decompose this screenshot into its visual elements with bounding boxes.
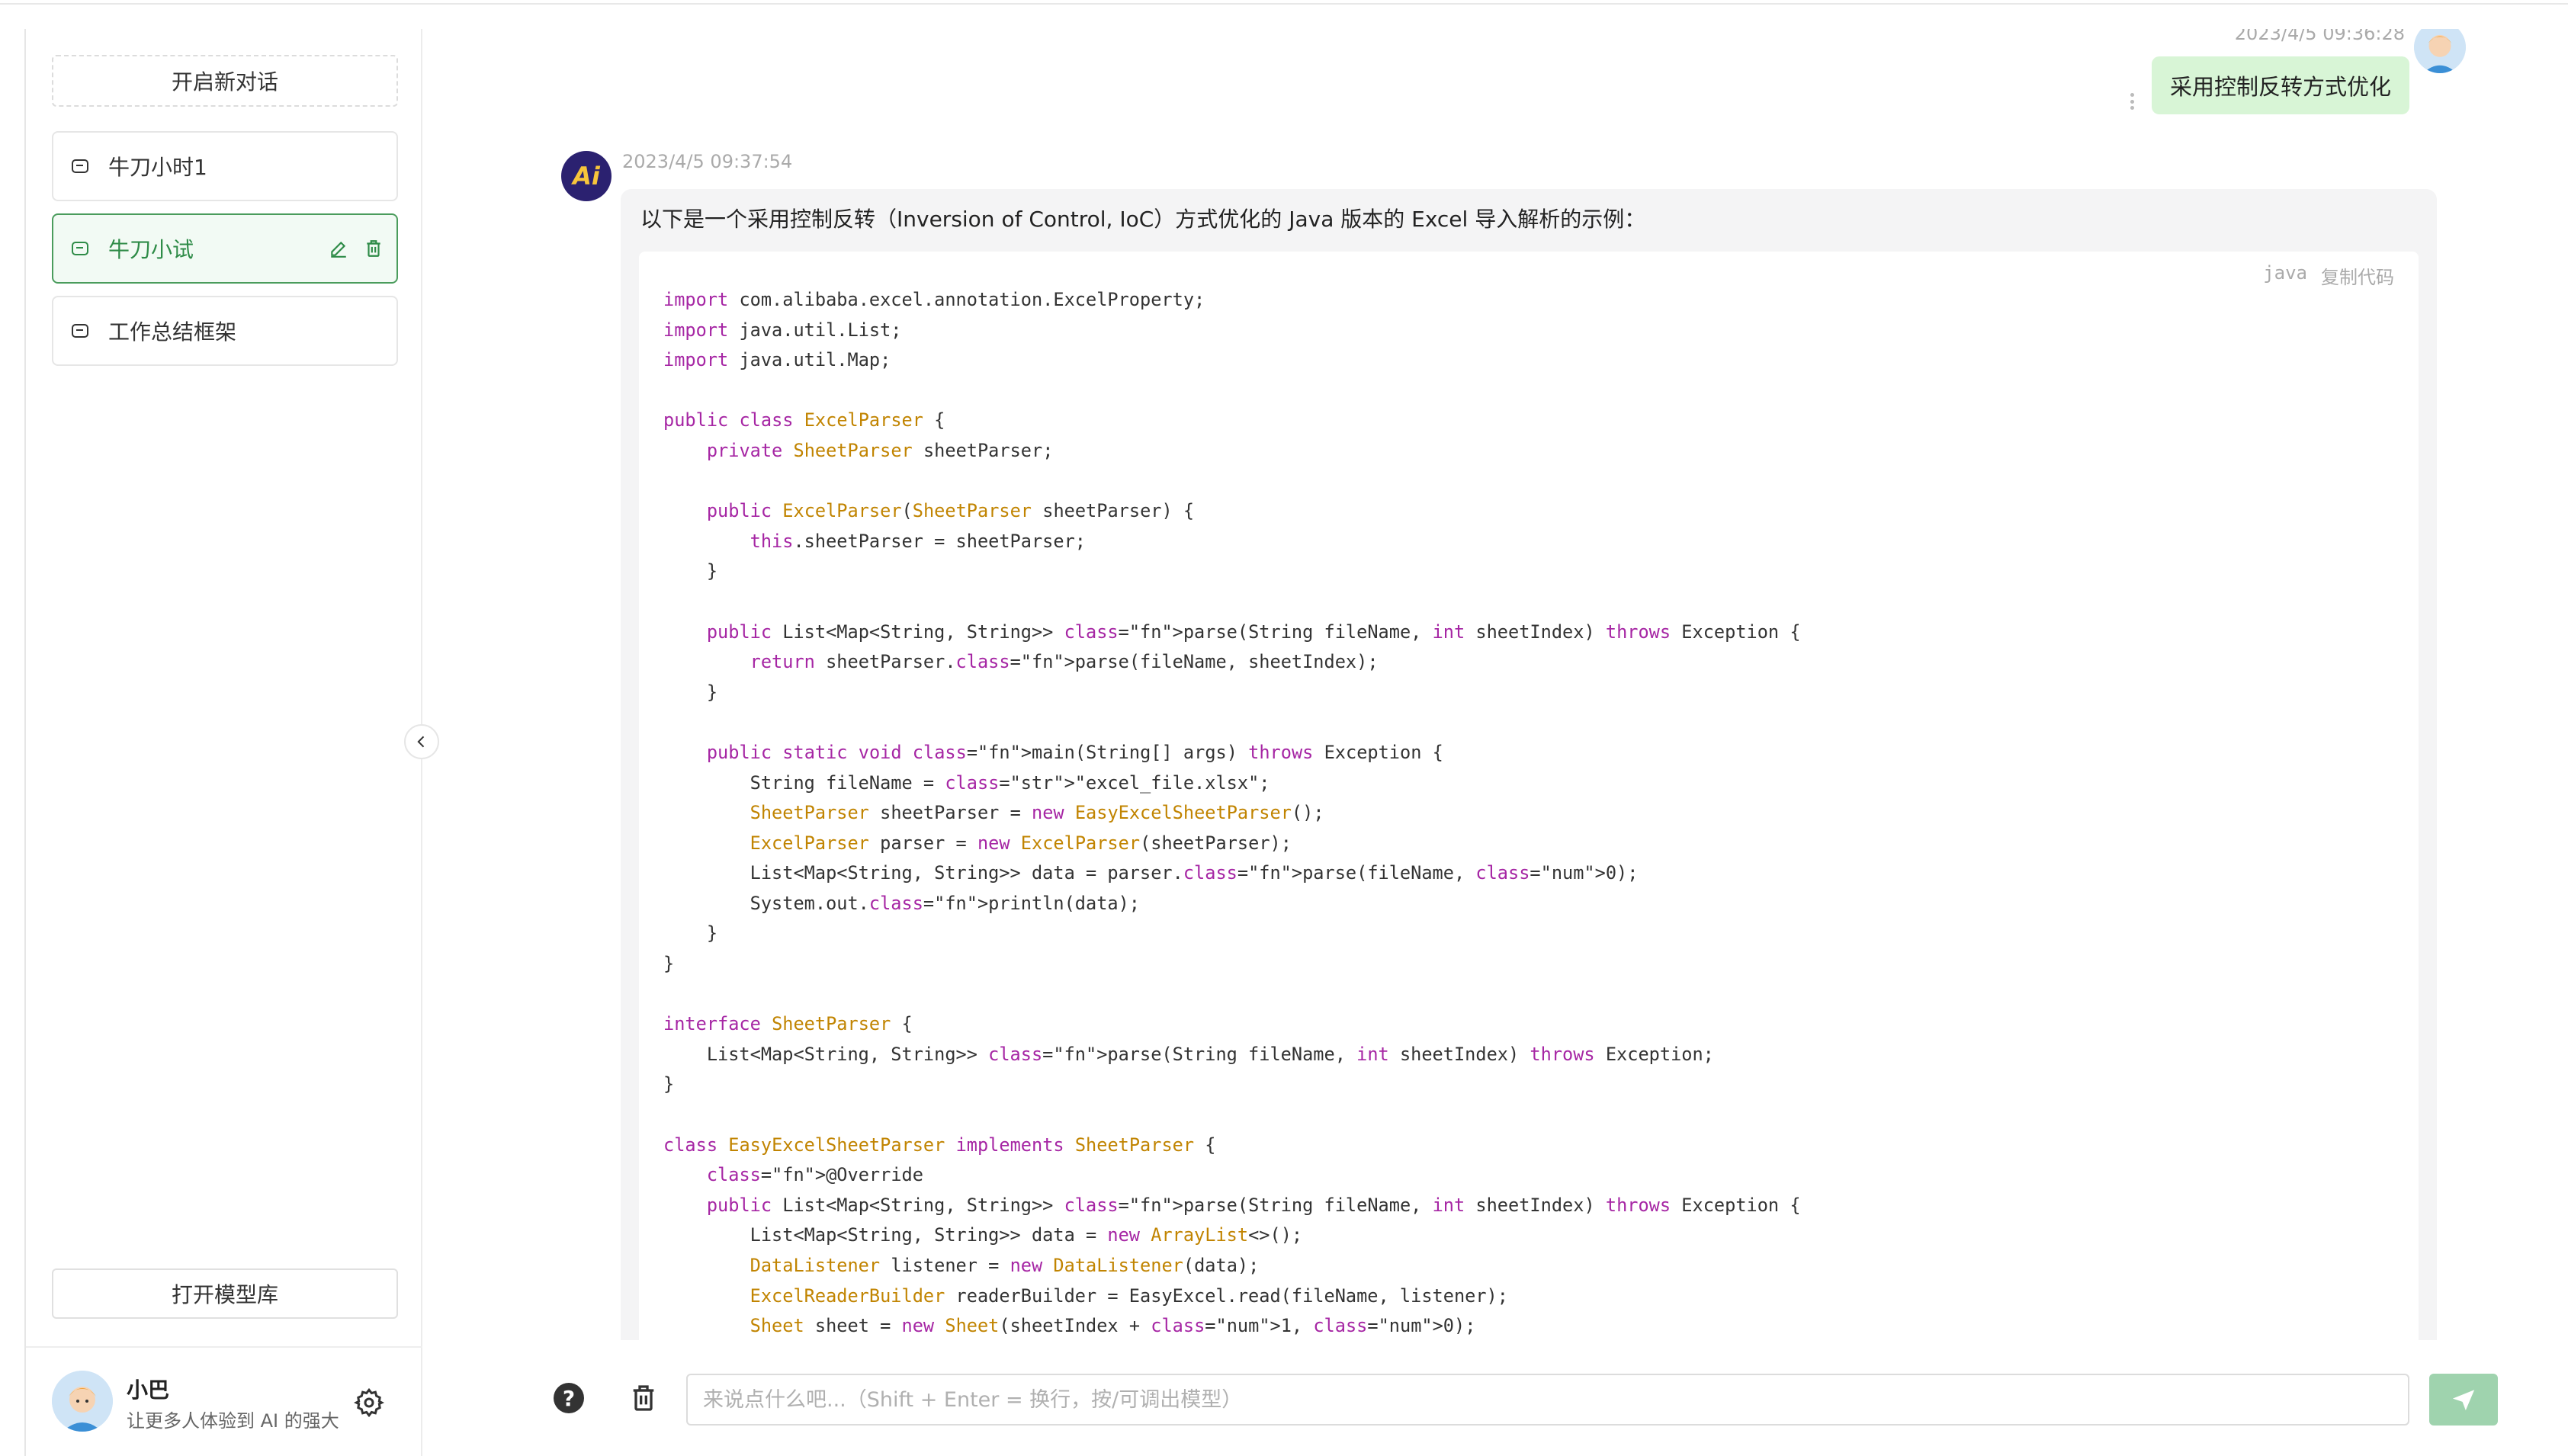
ai-avatar: Ai (561, 151, 612, 201)
chat-area: 2023/4/5 09:36:28 采用控制反转方式优化 Ai 2023/4/5… (424, 29, 2568, 1340)
user-message-bubble: 采用控制反转方式优化 (2152, 56, 2410, 114)
sidebar: 开启新对话 牛刀小时1 牛刀小试 工作总结框架 打开模型库 小巴 让更多人体验到… (24, 29, 422, 1456)
copy-code-button[interactable]: 复制代码 (2321, 262, 2394, 289)
code-language: java (2263, 262, 2307, 284)
edit-icon[interactable] (328, 238, 349, 259)
session-title: 工作总结框架 (108, 319, 237, 345)
code-content: import com.alibaba.excel.annotation.Exce… (663, 289, 1801, 1337)
send-icon (2452, 1390, 2475, 1411)
ai-message-intro: 以下是一个采用控制反转（Inversion of Control, IoC）方式… (640, 207, 1646, 232)
open-model-library-button[interactable]: 打开模型库 (52, 1268, 398, 1319)
new-chat-button[interactable]: 开启新对话 (52, 55, 398, 107)
user-name: 小巴 (127, 1377, 170, 1403)
top-border (0, 0, 2568, 5)
user-message-time: 2023/4/5 09:36:28 (2234, 29, 2405, 44)
send-button[interactable] (2429, 1374, 2498, 1426)
trash-icon[interactable] (628, 1383, 659, 1413)
chat-icon (72, 159, 88, 173)
user-avatar[interactable] (52, 1371, 113, 1432)
help-icon[interactable]: ? (554, 1383, 584, 1413)
session-title: 牛刀小时1 (108, 155, 207, 180)
ai-message-time: 2023/4/5 09:37:54 (622, 151, 793, 172)
gear-icon[interactable] (353, 1387, 385, 1418)
input-bar: ? (424, 1340, 2568, 1456)
ai-message-bubble: 以下是一个采用控制反转（Inversion of Control, IoC）方式… (621, 189, 2437, 1340)
session-item-active[interactable]: 牛刀小试 (52, 213, 398, 284)
user-message-avatar (2414, 29, 2466, 73)
user-subtitle: 让更多人体验到 AI 的强大 (127, 1410, 339, 1432)
chat-input[interactable] (686, 1374, 2409, 1426)
session-item[interactable]: 工作总结框架 (52, 296, 398, 366)
session-title: 牛刀小试 (108, 237, 194, 262)
message-menu-icon[interactable] (2130, 93, 2135, 110)
code-block: java 复制代码 import com.alibaba.excel.annot… (639, 252, 2419, 1340)
delete-icon[interactable] (363, 238, 384, 259)
session-item[interactable]: 牛刀小时1 (52, 131, 398, 201)
chat-icon (72, 242, 88, 255)
divider (26, 1346, 422, 1348)
chat-icon (72, 324, 88, 338)
